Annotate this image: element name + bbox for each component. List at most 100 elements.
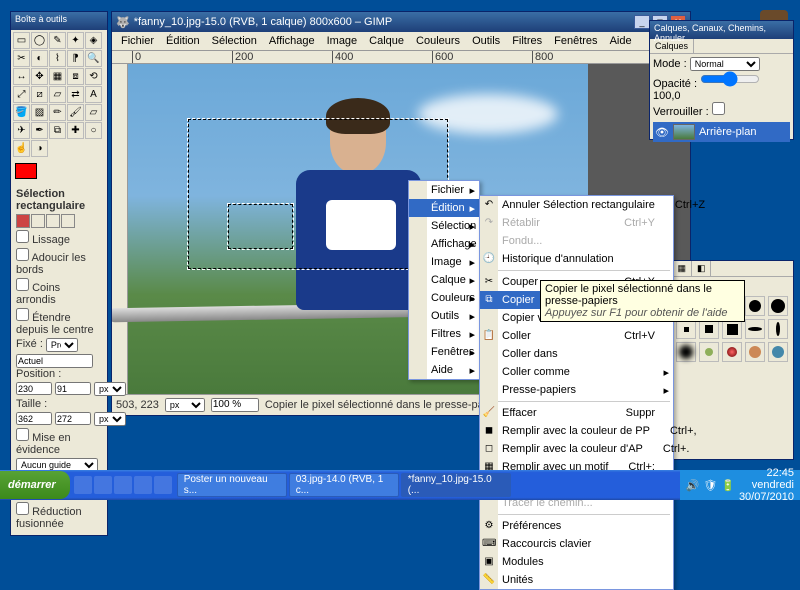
pos-y-input[interactable] bbox=[55, 382, 91, 395]
tray-icon[interactable]: 🔊 bbox=[686, 479, 700, 492]
brush-item[interactable] bbox=[722, 319, 742, 339]
ctx-paste-into[interactable]: Coller dans bbox=[480, 345, 673, 363]
fg-color-swatch[interactable] bbox=[15, 163, 37, 179]
tool-flip-icon[interactable]: ⇄ bbox=[67, 86, 84, 103]
tool-text-icon[interactable]: A bbox=[85, 86, 102, 103]
ctx-modules[interactable]: ▣Modules bbox=[480, 553, 673, 571]
tool-color-picker-icon[interactable]: ⁋ bbox=[67, 50, 84, 67]
ctx-shortcuts[interactable]: ⌨Raccourcis clavier bbox=[480, 535, 673, 553]
tool-eraser-icon[interactable]: ▱ bbox=[85, 104, 102, 121]
brush-item[interactable] bbox=[768, 319, 788, 339]
menu-fenetres[interactable]: Fenêtres bbox=[549, 34, 602, 48]
ctx-preferences[interactable]: ⚙Préférences bbox=[480, 517, 673, 535]
tool-foreground-icon[interactable]: ◐ bbox=[31, 50, 48, 67]
tool-crop-icon[interactable]: ⧈ bbox=[67, 68, 84, 85]
ruler-horizontal[interactable]: 0 200 400 600 800 bbox=[112, 50, 690, 64]
ctx-outils[interactable]: Outils▸ bbox=[409, 307, 479, 325]
ctx-fenetres[interactable]: Fenêtres▸ bbox=[409, 343, 479, 361]
toolbox-title[interactable]: Boîte à outils bbox=[11, 12, 107, 30]
brush-item[interactable] bbox=[699, 342, 719, 362]
tool-shear-icon[interactable]: ⧄ bbox=[31, 86, 48, 103]
menu-fichier[interactable]: Fichier bbox=[116, 34, 159, 48]
opt-expand-center[interactable]: Étendre depuis le centre bbox=[16, 308, 102, 336]
menu-couleurs[interactable]: Couleurs bbox=[411, 34, 465, 48]
ql-icon[interactable] bbox=[74, 476, 92, 494]
size-w-input[interactable] bbox=[16, 412, 52, 425]
ctx-clear[interactable]: 🧹EffacerSuppr bbox=[480, 404, 673, 422]
brush-item[interactable] bbox=[676, 319, 696, 339]
menu-image[interactable]: Image bbox=[322, 34, 363, 48]
fixed-select[interactable]: Proportions bbox=[46, 338, 78, 352]
tool-scissors-icon[interactable]: ✂ bbox=[13, 50, 30, 67]
ratio-input[interactable] bbox=[16, 354, 93, 368]
menu-aide[interactable]: Aide bbox=[605, 34, 637, 48]
mode-add-icon[interactable] bbox=[31, 214, 45, 228]
menu-filtres[interactable]: Filtres bbox=[507, 34, 547, 48]
ctx-affichage[interactable]: Affichage▸ bbox=[409, 235, 479, 253]
brush-item[interactable] bbox=[699, 319, 719, 339]
brush-item[interactable] bbox=[745, 319, 765, 339]
taskbar-task[interactable]: Poster un nouveau s... bbox=[177, 473, 287, 497]
tool-brush-icon[interactable]: 🖌 bbox=[67, 104, 84, 121]
taskbar-task[interactable]: *fanny_10.jpg-15.0 (... bbox=[401, 473, 511, 497]
tool-rect-select-icon[interactable]: ▭ bbox=[13, 32, 30, 49]
tool-free-select-icon[interactable]: ✎ bbox=[49, 32, 66, 49]
taskbar-task[interactable]: 03.jpg-14.0 (RVB, 1 c... bbox=[289, 473, 399, 497]
opt-antialias[interactable]: Lissage bbox=[16, 230, 102, 246]
ctx-edition[interactable]: Édition▸ bbox=[409, 199, 479, 217]
ql-icon[interactable] bbox=[134, 476, 152, 494]
brush-item[interactable] bbox=[676, 342, 696, 362]
ctx-paste[interactable]: 📋CollerCtrl+V bbox=[480, 327, 673, 345]
color-swatches[interactable] bbox=[11, 159, 107, 183]
tool-ellipse-select-icon[interactable]: ◯ bbox=[31, 32, 48, 49]
tool-clone-icon[interactable]: ⧉ bbox=[49, 122, 66, 139]
ctx-filtres[interactable]: Filtres▸ bbox=[409, 325, 479, 343]
tool-blend-icon[interactable]: ▨ bbox=[31, 104, 48, 121]
titlebar[interactable]: 🐺 *fanny_10.jpg-15.0 (RVB, 1 calque) 800… bbox=[112, 12, 690, 32]
mode-replace-icon[interactable] bbox=[16, 214, 30, 228]
brush-item[interactable] bbox=[745, 296, 765, 316]
opacity-slider[interactable] bbox=[700, 71, 760, 87]
ctx-paste-as[interactable]: Coller comme▸ bbox=[480, 363, 673, 381]
ctx-units[interactable]: 📏Unités bbox=[480, 571, 673, 589]
size-h-input[interactable] bbox=[55, 412, 91, 425]
tray-icon[interactable]: 🔋 bbox=[721, 479, 735, 492]
menu-edition[interactable]: Édition bbox=[161, 34, 205, 48]
start-button[interactable]: démarrer bbox=[0, 471, 70, 499]
ctx-fill-bg[interactable]: ◻Remplir avec la couleur d'APCtrl+. bbox=[480, 440, 673, 458]
mode-intersect-icon[interactable] bbox=[61, 214, 75, 228]
tool-measure-icon[interactable]: ↔ bbox=[13, 68, 30, 85]
clock[interactable]: 22:45 vendredi 30/07/2010 bbox=[739, 467, 794, 503]
blend-mode-select[interactable]: Normal bbox=[690, 57, 760, 71]
tool-by-color-icon[interactable]: ◈ bbox=[85, 32, 102, 49]
tool-airbrush-icon[interactable]: ✈ bbox=[13, 122, 30, 139]
ctx-calque[interactable]: Calque▸ bbox=[409, 271, 479, 289]
status-unit-select[interactable]: px bbox=[165, 398, 205, 412]
tab-layers[interactable]: Calques bbox=[650, 39, 694, 53]
zoom-input[interactable] bbox=[211, 398, 259, 412]
tool-zoom-icon[interactable]: 🔍 bbox=[85, 50, 102, 67]
brush-item[interactable] bbox=[768, 296, 788, 316]
ctx-couleurs[interactable]: Couleurs▸ bbox=[409, 289, 479, 307]
ql-icon[interactable] bbox=[114, 476, 132, 494]
tool-pencil-icon[interactable]: ✏ bbox=[49, 104, 66, 121]
brush-item[interactable] bbox=[745, 342, 765, 362]
opt-feather[interactable]: Adoucir les bords bbox=[16, 248, 102, 276]
tool-dodge-icon[interactable]: ◑ bbox=[31, 140, 48, 157]
ctx-selection[interactable]: Sélection▸ bbox=[409, 217, 479, 235]
mode-subtract-icon[interactable] bbox=[46, 214, 60, 228]
tool-blur-icon[interactable]: ○ bbox=[85, 122, 102, 139]
rectangular-selection-inner[interactable] bbox=[228, 204, 293, 249]
layer-name[interactable]: Arrière-plan bbox=[699, 126, 756, 138]
lock-checkbox[interactable] bbox=[712, 102, 725, 115]
layer-row[interactable]: 👁 Arrière-plan bbox=[653, 122, 790, 142]
ruler-vertical[interactable] bbox=[112, 64, 128, 394]
opt-merged[interactable]: Réduction fusionnée bbox=[16, 502, 102, 530]
ql-icon[interactable] bbox=[154, 476, 172, 494]
tab-patterns-icon[interactable]: ▦ bbox=[672, 261, 692, 276]
eye-icon[interactable]: 👁 bbox=[655, 126, 669, 139]
ctx-undo[interactable]: ↶Annuler Sélection rectangulaireCtrl+Z bbox=[480, 196, 673, 214]
tool-scale-icon[interactable]: ⤢ bbox=[13, 86, 30, 103]
ctx-buffers[interactable]: Presse-papiers▸ bbox=[480, 381, 673, 399]
tray-icon[interactable]: 🛡 bbox=[703, 479, 717, 492]
